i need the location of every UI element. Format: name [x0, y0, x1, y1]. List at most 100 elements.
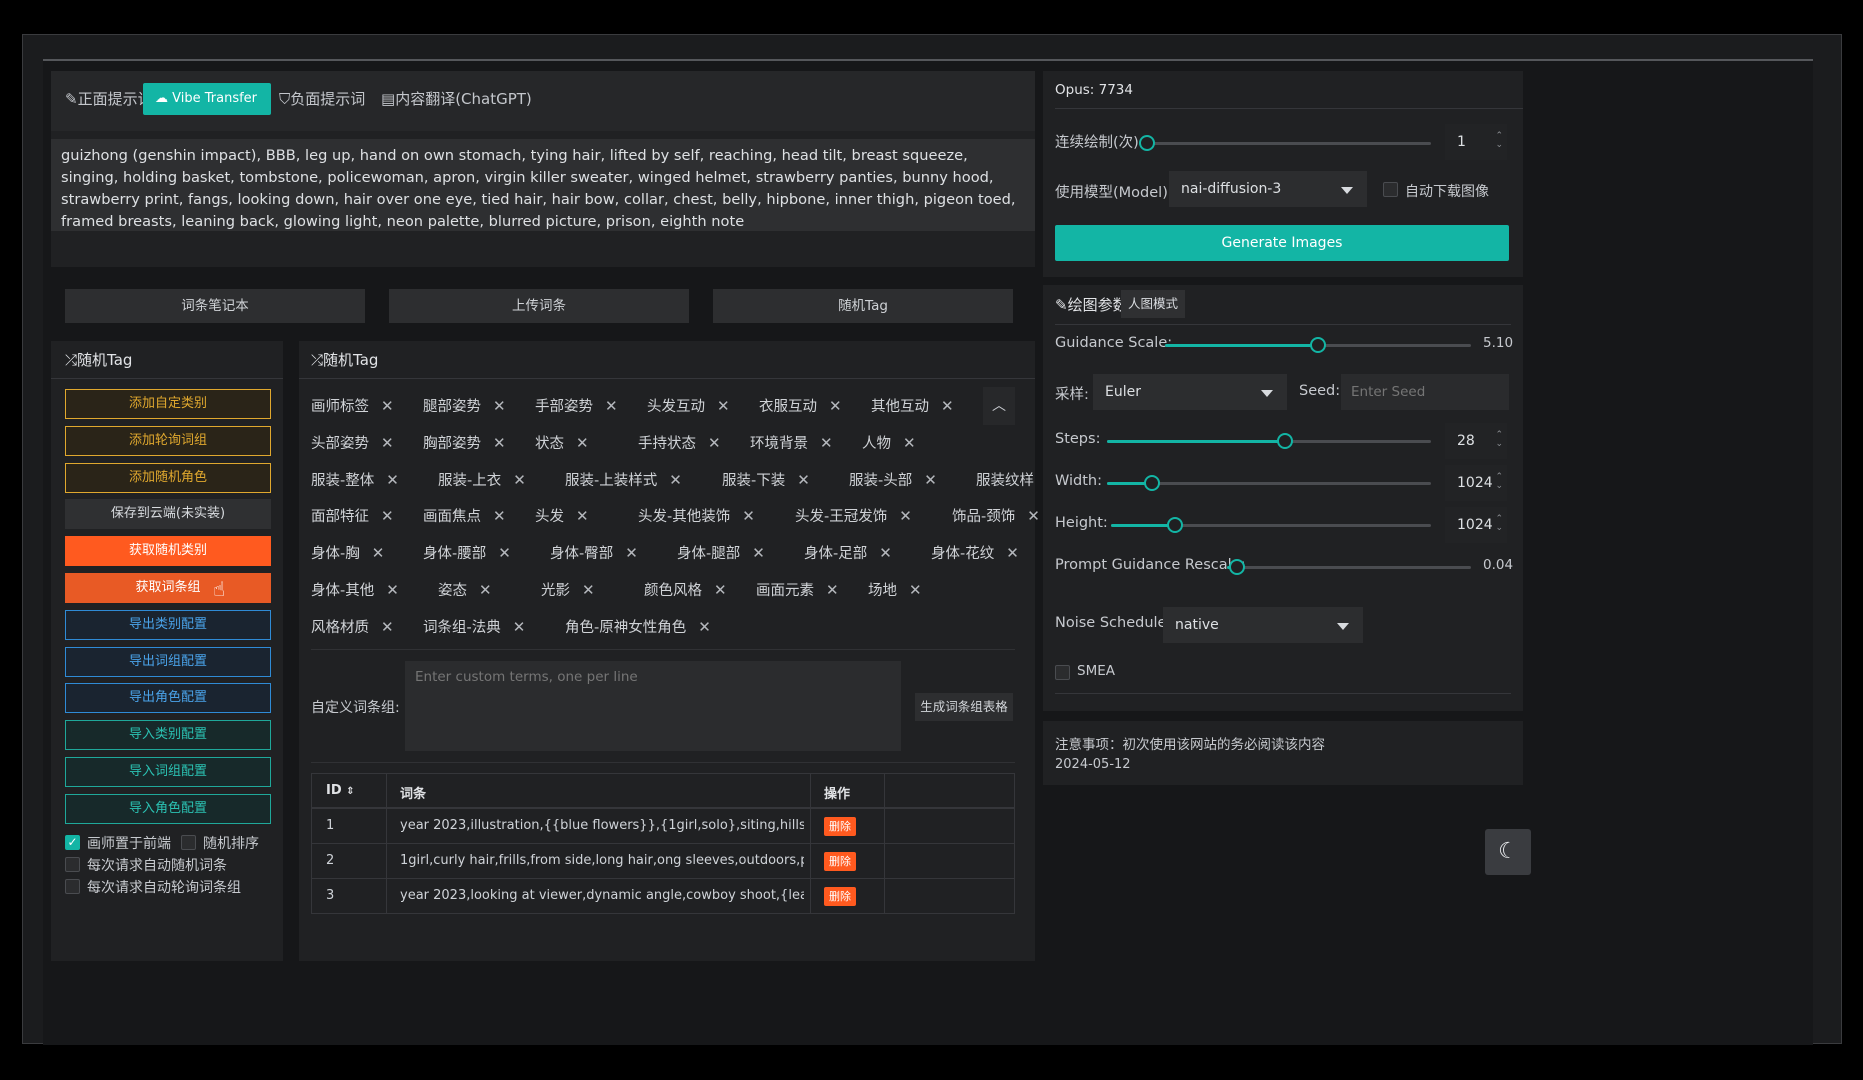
close-icon[interactable]: ✕ — [381, 618, 394, 636]
notebook-button[interactable]: 词条笔记本 — [65, 289, 365, 323]
close-icon[interactable]: ✕ — [899, 507, 912, 525]
close-icon[interactable]: ✕ — [576, 434, 589, 452]
close-icon[interactable]: ✕ — [909, 581, 922, 599]
slider-handle[interactable] — [1144, 475, 1161, 491]
category-chip[interactable]: 身体-花纹 ✕ — [931, 540, 1019, 566]
delete-button[interactable]: 删除 — [824, 817, 856, 836]
category-chip[interactable]: 身体-胸 ✕ — [311, 540, 384, 566]
close-icon[interactable]: ✕ — [742, 507, 755, 525]
close-icon[interactable]: ✕ — [576, 507, 589, 525]
close-icon[interactable]: ✕ — [493, 507, 506, 525]
category-chip[interactable]: 头部姿势 ✕ — [311, 430, 394, 456]
close-icon[interactable]: ✕ — [797, 471, 810, 489]
category-chip[interactable]: 状态 ✕ — [535, 430, 589, 456]
auto-download-checkbox[interactable] — [1383, 182, 1398, 197]
category-chip[interactable]: 身体-足部 ✕ — [804, 540, 892, 566]
category-chip[interactable]: 胸部姿势 ✕ — [423, 430, 506, 456]
category-chip[interactable]: 画师标签 ✕ — [311, 393, 394, 419]
custom-terms-input[interactable] — [405, 661, 901, 751]
category-chip[interactable]: 风格材质 ✕ — [311, 614, 394, 640]
close-icon[interactable]: ✕ — [386, 581, 399, 599]
category-chip[interactable]: 身体-腿部 ✕ — [677, 540, 765, 566]
category-chip[interactable]: 人物 ✕ — [862, 430, 916, 456]
close-icon[interactable]: ✕ — [386, 471, 399, 489]
seed-input[interactable] — [1341, 374, 1509, 410]
sidebar-button[interactable]: 导出角色配置 — [65, 683, 271, 714]
slider-handle[interactable] — [1310, 337, 1326, 353]
delete-button[interactable]: 删除 — [824, 887, 856, 906]
close-icon[interactable]: ✕ — [513, 618, 526, 636]
category-chip[interactable]: 服装-头部 ✕ — [849, 467, 937, 493]
width-slider[interactable] — [1107, 475, 1431, 491]
close-icon[interactable]: ✕ — [714, 581, 727, 599]
painter-front-checkbox[interactable]: ✓ — [65, 835, 80, 850]
category-chip[interactable]: 服装-上衣 ✕ — [438, 467, 526, 493]
auto-poll-checkbox[interactable] — [65, 879, 80, 894]
close-icon[interactable]: ✕ — [717, 397, 730, 415]
upload-terms-button[interactable]: 上传词条 — [389, 289, 689, 323]
close-icon[interactable]: ✕ — [479, 581, 492, 599]
generate-table-button[interactable]: 生成词条组表格 — [915, 693, 1013, 721]
slider-handle[interactable] — [1228, 559, 1245, 575]
continuous-input[interactable]: 1 ⌃ ⌄ — [1445, 124, 1507, 160]
category-chip[interactable]: 头发-其他装饰 ✕ — [638, 503, 755, 529]
category-chip[interactable]: 头发 ✕ — [535, 503, 589, 529]
close-icon[interactable]: ✕ — [381, 397, 394, 415]
sidebar-button[interactable]: 添加随机角色 — [65, 462, 271, 493]
category-chip[interactable]: 姿态 ✕ — [438, 577, 492, 603]
close-icon[interactable]: ✕ — [1027, 507, 1040, 525]
category-chip[interactable]: 手部姿势 ✕ — [535, 393, 618, 419]
sidebar-button[interactable]: 获取随机类别 — [65, 536, 271, 567]
close-icon[interactable]: ✕ — [820, 434, 833, 452]
sidebar-button[interactable]: 导出类别配置 — [65, 609, 271, 640]
random-tag-button[interactable]: 随机Tag — [713, 289, 1013, 323]
close-icon[interactable]: ✕ — [381, 434, 394, 452]
category-chip[interactable]: 角色-原神女性角色 ✕ — [565, 614, 711, 640]
sidebar-button[interactable]: 导入角色配置 — [65, 793, 271, 824]
model-select[interactable]: nai-diffusion-3 — [1169, 171, 1367, 207]
category-chip[interactable]: 面部特征 ✕ — [311, 503, 394, 529]
category-chip[interactable]: 颜色风格 ✕ — [644, 577, 727, 603]
category-chip[interactable]: 头发-王冠发饰 ✕ — [795, 503, 912, 529]
tab-negative[interactable]: ⛉负面提示词 — [279, 83, 365, 115]
category-chip[interactable]: 环境背景 ✕ — [750, 430, 833, 456]
tab-positive[interactable]: ✎正面提示词 — [65, 83, 153, 115]
category-chip[interactable]: 服装-下装 ✕ — [722, 467, 810, 493]
close-icon[interactable]: ✕ — [879, 544, 892, 562]
close-icon[interactable]: ✕ — [669, 471, 682, 489]
close-icon[interactable]: ✕ — [498, 544, 511, 562]
sidebar-button[interactable]: 导入类别配置 — [65, 720, 271, 751]
portrait-mode-button[interactable]: 人图模式 — [1121, 290, 1185, 318]
rescale-slider[interactable] — [1227, 559, 1471, 575]
theme-toggle-button[interactable]: ☾ — [1485, 829, 1531, 875]
prompt-textarea[interactable] — [51, 139, 1035, 231]
continuous-slider[interactable] — [1139, 135, 1431, 151]
sidebar-button[interactable]: 添加轮询词组 — [65, 425, 271, 456]
tab-vibe-transfer[interactable]: ☁ Vibe Transfer — [143, 83, 272, 115]
category-chip[interactable]: 画面元素 ✕ — [756, 577, 839, 603]
sidebar-button[interactable]: 保存到云端(未实装) — [65, 499, 271, 530]
collapse-button[interactable]: ︿ — [983, 387, 1015, 425]
close-icon[interactable]: ✕ — [698, 618, 711, 636]
close-icon[interactable]: ✕ — [924, 471, 937, 489]
category-chip[interactable]: 服装-整体 ✕ — [311, 467, 399, 493]
category-chip[interactable]: 手持状态 ✕ — [638, 430, 721, 456]
category-chip[interactable]: 其他互动 ✕ — [871, 393, 954, 419]
sidebar-button[interactable]: 导入词组配置 — [65, 757, 271, 787]
category-chip[interactable]: 身体-臀部 ✕ — [550, 540, 638, 566]
close-icon[interactable]: ✕ — [826, 581, 839, 599]
close-icon[interactable]: ✕ — [605, 397, 618, 415]
generate-images-button[interactable]: Generate Images — [1055, 225, 1509, 261]
slider-handle[interactable] — [1277, 433, 1294, 449]
steps-input[interactable]: 28 ⌃ ⌄ — [1445, 423, 1507, 459]
sidebar-button[interactable]: 获取词条组 — [65, 573, 271, 603]
sidebar-button[interactable]: 添加自定类别 — [65, 389, 271, 419]
category-chip[interactable]: 画面焦点 ✕ — [423, 503, 506, 529]
close-icon[interactable]: ✕ — [903, 434, 916, 452]
close-icon[interactable]: ✕ — [752, 544, 765, 562]
category-chip[interactable]: 饰品-颈饰 ✕ — [952, 503, 1040, 529]
category-chip[interactable]: 头发互动 ✕ — [647, 393, 730, 419]
delete-button[interactable]: 删除 — [824, 852, 856, 871]
width-input[interactable]: 1024 ⌃ ⌄ — [1445, 465, 1507, 501]
close-icon[interactable]: ✕ — [381, 507, 394, 525]
